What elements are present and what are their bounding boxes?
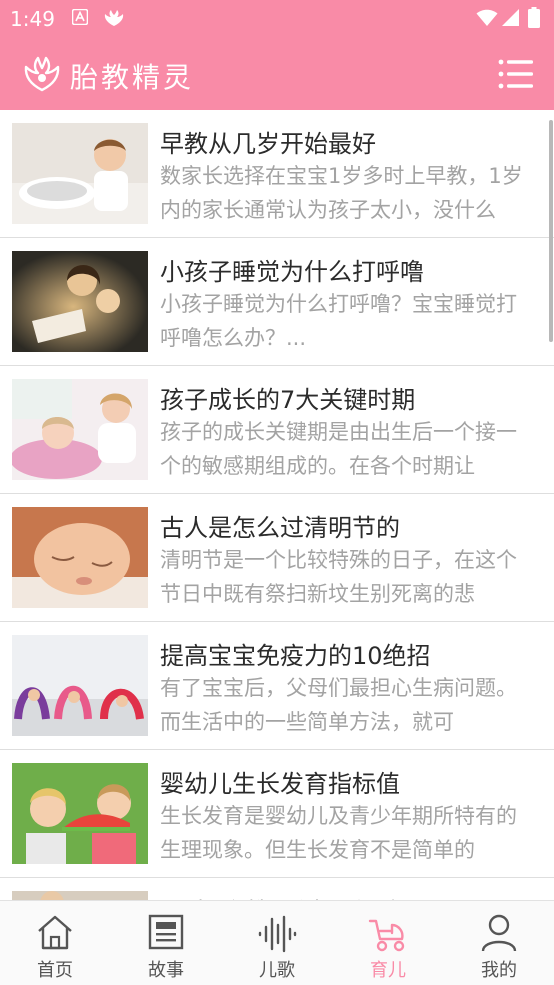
stroller-icon [368,919,405,952]
article-title: 提高宝宝免疫力的10绝招 [160,642,431,670]
app-title: 胎教精灵 [70,61,195,94]
article-thumbnail [12,891,148,900]
article-description: 孩子的成长关键期是由出生后一个接一个的敏感期组成的。在各个时期让 [160,420,517,478]
article-title: 四种“称赞”话奏不得孩子 [160,892,540,900]
app-logo-icon [24,56,60,92]
article-title: 古人是怎么过清明节的 [160,514,400,542]
article-description: 小孩子睡觉为什么打呼噜？宝宝睡觉打呼噜怎么办？... [160,292,517,350]
user-icon [481,914,517,952]
app-logo-small-icon [104,10,124,26]
article-thumbnail [12,507,148,608]
tab-stories[interactable]: 故事 [111,901,221,985]
tab-label: 育儿 [370,960,406,981]
menu-icon[interactable] [498,58,534,90]
status-time: 1:49 [10,7,55,31]
article-description: 清明节是一个比较特殊的日子，在这个节日中既有祭扫新坟生别死离的悲 [160,548,517,606]
soundwave-icon [258,915,297,953]
article-title: 早教从几岁开始最好 [160,130,376,158]
article-thumbnail [12,379,148,480]
article-title: 婴幼儿生长发育指标值 [160,770,400,798]
article-thumbnail [12,763,148,864]
article-item[interactable]: 小孩子睡觉为什么打呼噜 小孩子睡觉为什么打呼噜？宝宝睡觉打呼噜怎么办？... [0,238,554,366]
book-icon [148,914,184,950]
article-item[interactable]: 婴幼儿生长发育指标值 生长发育是婴幼儿及青少年期所特有的生理现象。但生长发育不是… [0,750,554,878]
app-bar: 胎教精灵 [0,38,554,110]
article-item[interactable]: 孩子成长的7大关键时期 孩子的成长关键期是由出生后一个接一个的敏感期组成的。在各… [0,366,554,494]
tab-label: 儿歌 [259,960,295,981]
bottom-navigation: 首页 故事 儿歌 育儿 我的 [0,900,554,985]
tab-label: 首页 [37,960,73,981]
article-title: 小孩子睡觉为什么打呼噜 [160,258,424,286]
article-description: 数家长选择在宝宝1岁多时上早教，1岁内的家长通常认为孩子太小，没什么 [160,164,523,222]
tab-parenting[interactable]: 育儿 [333,901,443,985]
article-thumbnail [12,635,148,736]
article-description: 生长发育是婴幼儿及青少年期所特有的生理现象。但生长发育不是简单的 [160,804,517,862]
article-thumbnail [12,123,148,224]
tab-songs[interactable]: 儿歌 [222,901,332,985]
battery-icon [528,7,540,28]
article-item[interactable]: 四种“称赞”话奏不得孩子 [0,878,554,900]
status-bar: 1:49 [0,0,554,38]
article-title: 孩子成长的7大关键时期 [160,386,416,414]
article-item[interactable]: 提高宝宝免疫力的10绝招 有了宝宝后，父母们最担心生病问题。而生活中的一些简单方… [0,622,554,750]
cellular-signal-icon [502,9,519,26]
article-item[interactable]: 古人是怎么过清明节的 清明节是一个比较特殊的日子，在这个节日中既有祭扫新坟生别死… [0,494,554,622]
wifi-icon [476,9,498,26]
notification-a-icon [72,9,88,25]
tab-label: 我的 [481,960,517,981]
tab-profile[interactable]: 我的 [444,901,554,985]
article-thumbnail [12,251,148,352]
article-list[interactable]: 早教从几岁开始最好 数家长选择在宝宝1岁多时上早教，1岁内的家长通常认为孩子太小… [0,110,554,900]
list-scrollbar[interactable] [549,120,553,342]
tab-home[interactable]: 首页 [0,901,110,985]
home-icon [38,915,72,950]
tab-label: 故事 [148,960,184,981]
article-item[interactable]: 早教从几岁开始最好 数家长选择在宝宝1岁多时上早教，1岁内的家长通常认为孩子太小… [0,110,554,238]
article-description: 有了宝宝后，父母们最担心生病问题。而生活中的一些简单方法，就可 [160,676,517,734]
